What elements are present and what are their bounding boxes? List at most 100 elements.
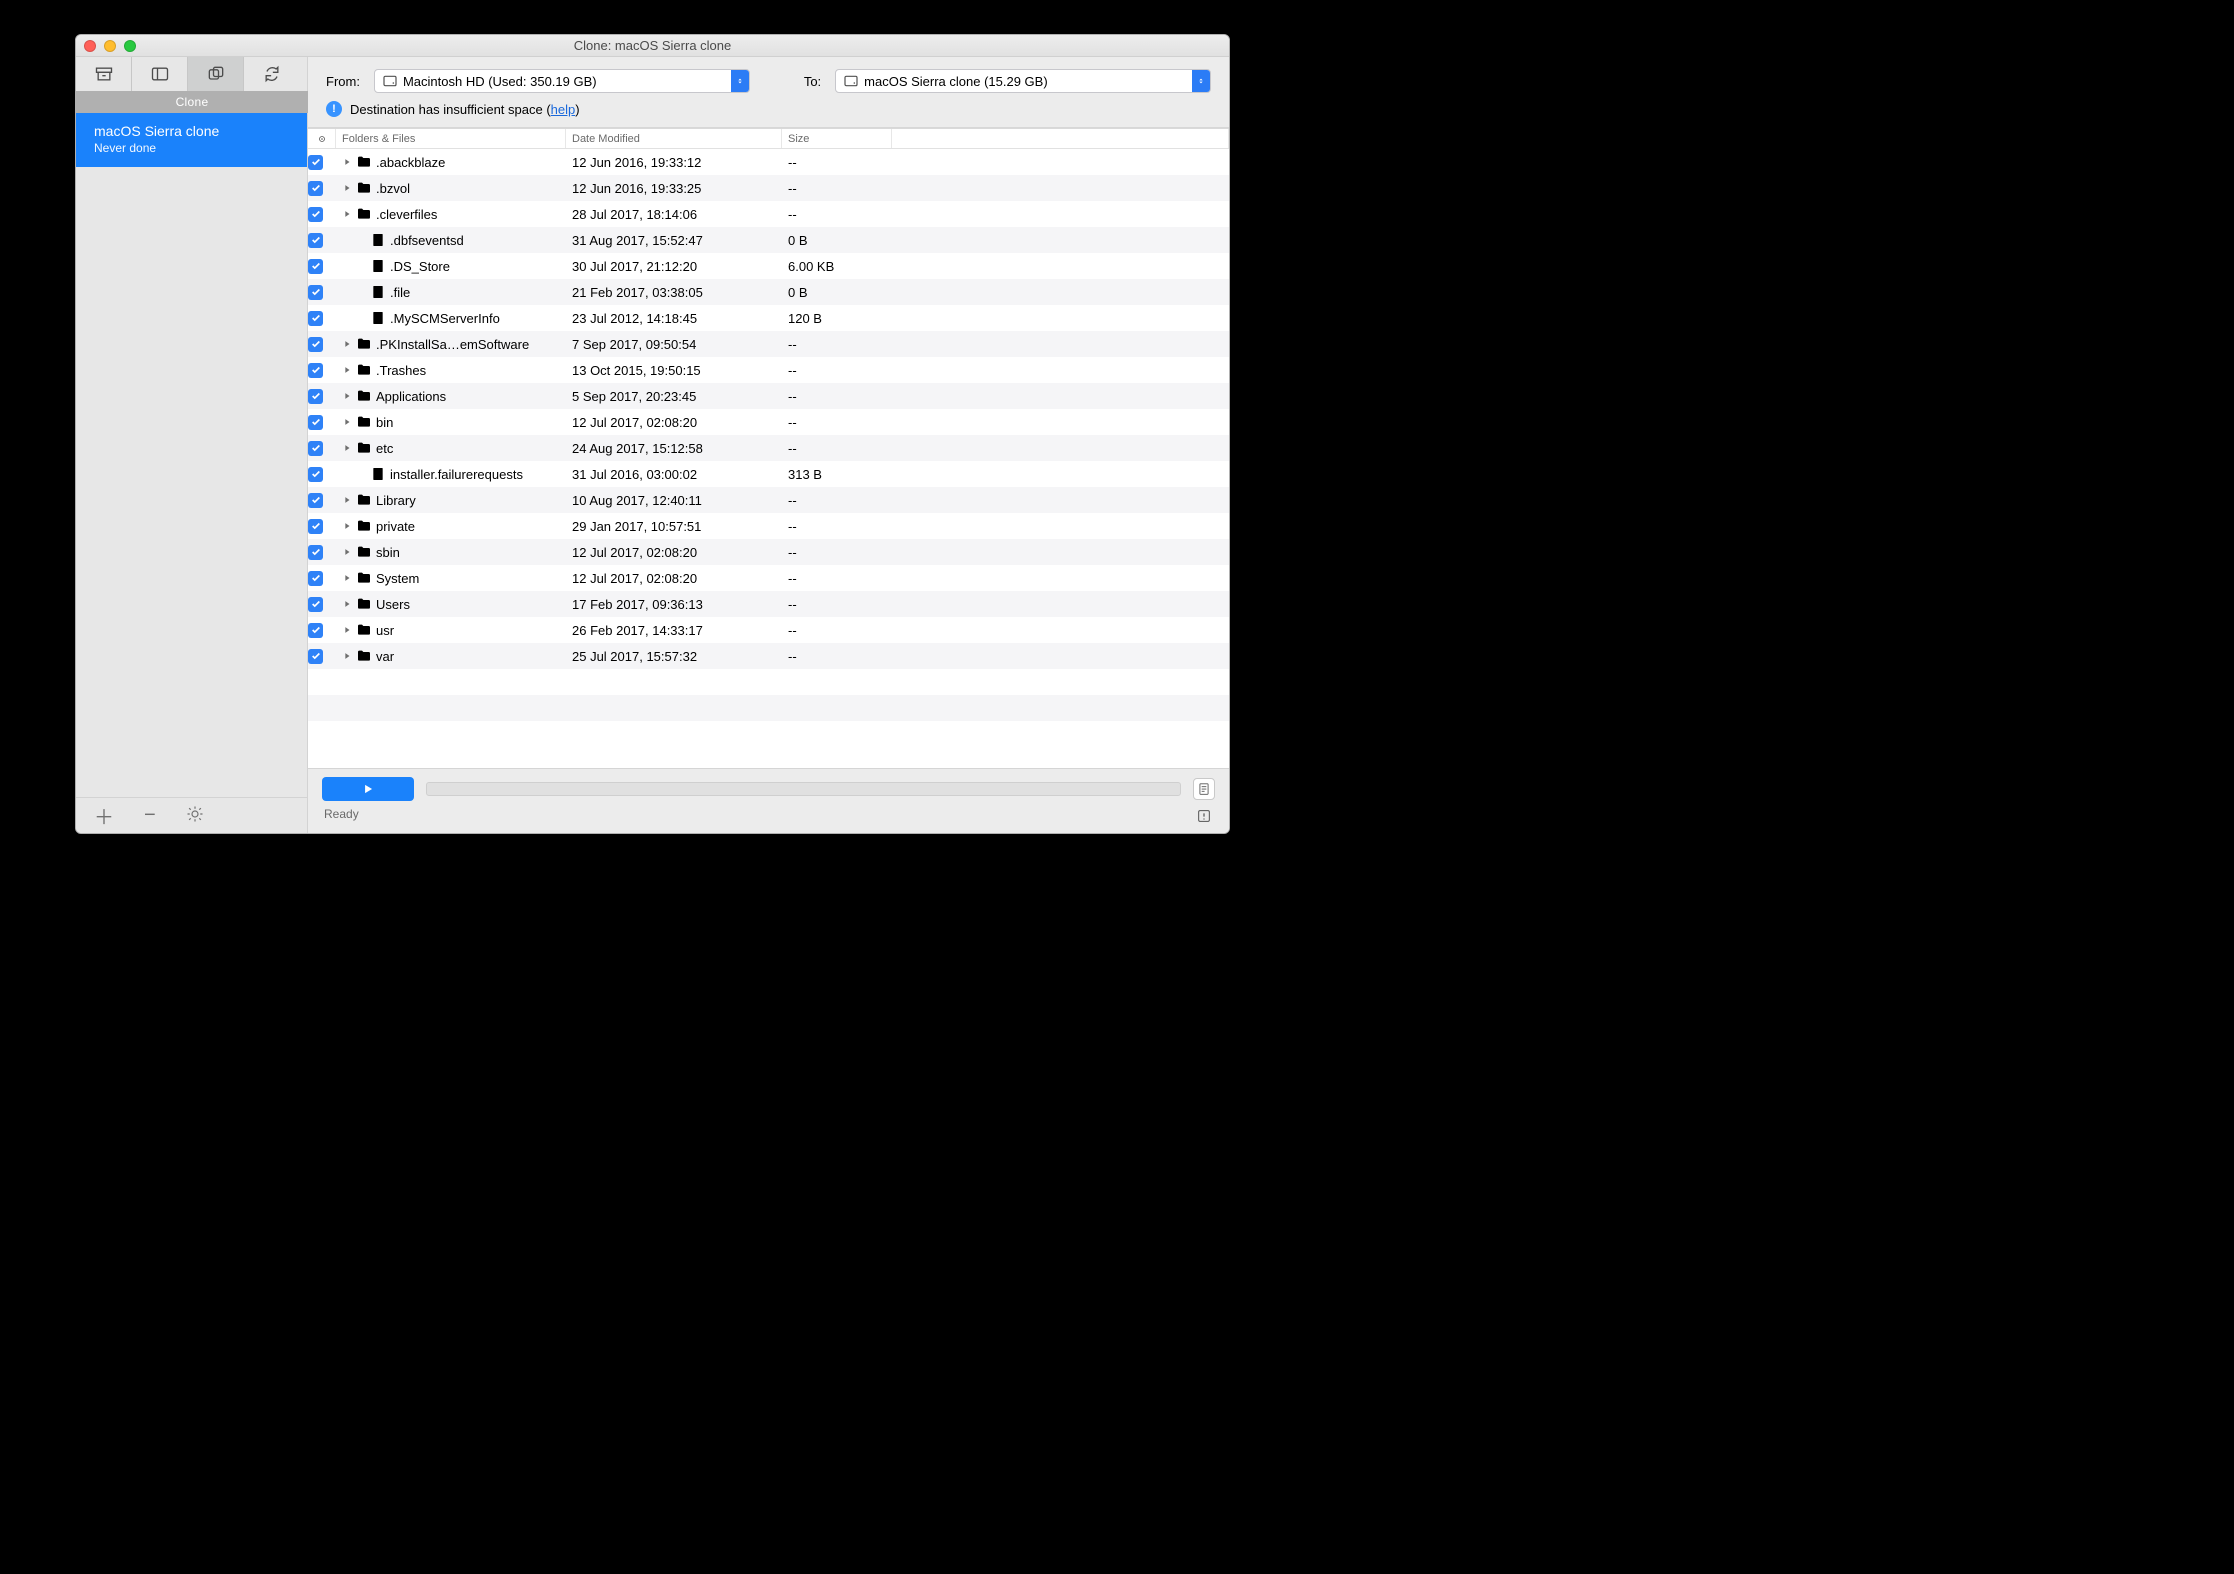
column-name[interactable]: Folders & Files	[336, 129, 566, 148]
table-row[interactable]: .cleverfiles28 Jul 2017, 18:14:06--	[308, 201, 1229, 227]
row-date: 21 Feb 2017, 03:38:05	[566, 279, 782, 305]
help-link[interactable]: help	[551, 102, 576, 117]
column-size[interactable]: Size	[782, 129, 892, 148]
row-size: 6.00 KB	[782, 253, 892, 279]
row-checkbox[interactable]	[308, 337, 323, 352]
column-date[interactable]: Date Modified	[566, 129, 782, 148]
table-row[interactable]: Library10 Aug 2017, 12:40:11--	[308, 487, 1229, 513]
to-label: To:	[804, 74, 821, 89]
disclosure-triangle[interactable]	[342, 651, 352, 661]
table-header: Folders & Files Date Modified Size	[308, 129, 1229, 149]
disclosure-triangle[interactable]	[342, 521, 352, 531]
row-checkbox[interactable]	[308, 493, 323, 508]
row-checkbox[interactable]	[308, 207, 323, 222]
disclosure-triangle[interactable]	[342, 443, 352, 453]
table-row[interactable]: private29 Jan 2017, 10:57:51--	[308, 513, 1229, 539]
row-checkbox[interactable]	[308, 571, 323, 586]
table-row[interactable]: .file21 Feb 2017, 03:38:050 B	[308, 279, 1229, 305]
row-checkbox[interactable]	[308, 649, 323, 664]
disclosure-triangle[interactable]	[342, 391, 352, 401]
settings-button[interactable]	[186, 805, 204, 826]
disclosure-triangle[interactable]	[342, 365, 352, 375]
row-checkbox[interactable]	[308, 259, 323, 274]
destination-selector[interactable]: macOS Sierra clone (15.29 GB)	[835, 69, 1211, 93]
disclosure-triangle[interactable]	[342, 573, 352, 583]
row-size: --	[782, 331, 892, 357]
run-button[interactable]	[322, 777, 414, 801]
row-checkbox[interactable]	[308, 233, 323, 248]
exec-file-icon	[370, 310, 386, 326]
source-selector[interactable]: Macintosh HD (Used: 350.19 GB)	[374, 69, 750, 93]
disclosure-triangle[interactable]	[342, 495, 352, 505]
table-row[interactable]: Users17 Feb 2017, 09:36:13--	[308, 591, 1229, 617]
file-table: Folders & Files Date Modified Size .abac…	[308, 128, 1229, 768]
info-icon: !	[326, 101, 342, 117]
hd-icon	[842, 73, 860, 89]
row-checkbox[interactable]	[308, 155, 323, 170]
row-checkbox[interactable]	[308, 441, 323, 456]
table-row[interactable]: .abackblaze12 Jun 2016, 19:33:12--	[308, 149, 1229, 175]
row-checkbox[interactable]	[308, 389, 323, 404]
system-folder-icon	[356, 388, 372, 404]
table-row[interactable]: .MySCMServerInfo23 Jul 2012, 14:18:45120…	[308, 305, 1229, 331]
row-date: 12 Jul 2017, 02:08:20	[566, 539, 782, 565]
table-row[interactable]: System12 Jul 2017, 02:08:20--	[308, 565, 1229, 591]
disclosure-triangle[interactable]	[342, 625, 352, 635]
table-row[interactable]: .PKInstallSa…emSoftware7 Sep 2017, 09:50…	[308, 331, 1229, 357]
row-name: var	[376, 649, 394, 664]
row-size: 0 B	[782, 279, 892, 305]
row-checkbox[interactable]	[308, 311, 323, 326]
file-icon	[370, 258, 386, 274]
row-checkbox[interactable]	[308, 285, 323, 300]
window-title: Clone: macOS Sierra clone	[76, 38, 1229, 53]
table-row[interactable]: etc24 Aug 2017, 15:12:58--	[308, 435, 1229, 461]
table-row[interactable]: Applications5 Sep 2017, 20:23:45--	[308, 383, 1229, 409]
add-task-button[interactable]: ＋	[94, 801, 114, 830]
row-checkbox[interactable]	[308, 363, 323, 378]
log-button[interactable]	[1193, 778, 1215, 800]
column-spacer	[892, 129, 1229, 148]
row-name: .abackblaze	[376, 155, 445, 170]
table-row[interactable]: var25 Jul 2017, 15:57:32--	[308, 643, 1229, 669]
disclosure-triangle[interactable]	[342, 209, 352, 219]
task-item-selected[interactable]: macOS Sierra clone Never done	[76, 113, 307, 167]
table-body[interactable]: .abackblaze12 Jun 2016, 19:33:12--.bzvol…	[308, 149, 1229, 768]
row-checkbox[interactable]	[308, 415, 323, 430]
file-icon	[370, 284, 386, 300]
row-checkbox[interactable]	[308, 545, 323, 560]
warning-text: Destination has insufficient space (help…	[350, 102, 580, 117]
row-checkbox[interactable]	[308, 181, 323, 196]
table-row[interactable]: .Trashes13 Oct 2015, 19:50:15--	[308, 357, 1229, 383]
disclosure-triangle[interactable]	[342, 417, 352, 427]
from-label: From:	[326, 74, 360, 89]
row-date: 31 Jul 2016, 03:00:02	[566, 461, 782, 487]
remove-task-button[interactable]: −	[144, 804, 156, 827]
row-checkbox[interactable]	[308, 467, 323, 482]
row-name: .PKInstallSa…emSoftware	[376, 337, 529, 352]
disclosure-triangle[interactable]	[342, 339, 352, 349]
issues-button[interactable]	[1195, 807, 1213, 825]
mode-sync-tab[interactable]	[244, 57, 300, 91]
disclosure-triangle[interactable]	[342, 183, 352, 193]
table-row[interactable]: installer.failurerequests31 Jul 2016, 03…	[308, 461, 1229, 487]
source-dest-row: From: Macintosh HD (Used: 350.19 GB) To:…	[308, 57, 1229, 101]
row-checkbox[interactable]	[308, 597, 323, 612]
mode-archive-tab[interactable]	[76, 57, 132, 91]
row-size: --	[782, 175, 892, 201]
mode-sidebar-tab[interactable]	[132, 57, 188, 91]
disclosure-triangle[interactable]	[342, 547, 352, 557]
disclosure-triangle[interactable]	[342, 157, 352, 167]
mode-clone-tab[interactable]	[188, 57, 244, 91]
row-date: 12 Jun 2016, 19:33:25	[566, 175, 782, 201]
table-row[interactable]: .dbfseventsd31 Aug 2017, 15:52:470 B	[308, 227, 1229, 253]
table-row[interactable]: sbin12 Jul 2017, 02:08:20--	[308, 539, 1229, 565]
row-checkbox[interactable]	[308, 623, 323, 638]
table-row[interactable]: .bzvol12 Jun 2016, 19:33:25--	[308, 175, 1229, 201]
table-row[interactable]: usr26 Feb 2017, 14:33:17--	[308, 617, 1229, 643]
row-checkbox[interactable]	[308, 519, 323, 534]
disclosure-triangle[interactable]	[342, 599, 352, 609]
table-row[interactable]: .DS_Store30 Jul 2017, 21:12:206.00 KB	[308, 253, 1229, 279]
row-size: --	[782, 435, 892, 461]
table-row[interactable]: bin12 Jul 2017, 02:08:20--	[308, 409, 1229, 435]
select-all-header[interactable]	[308, 129, 336, 148]
